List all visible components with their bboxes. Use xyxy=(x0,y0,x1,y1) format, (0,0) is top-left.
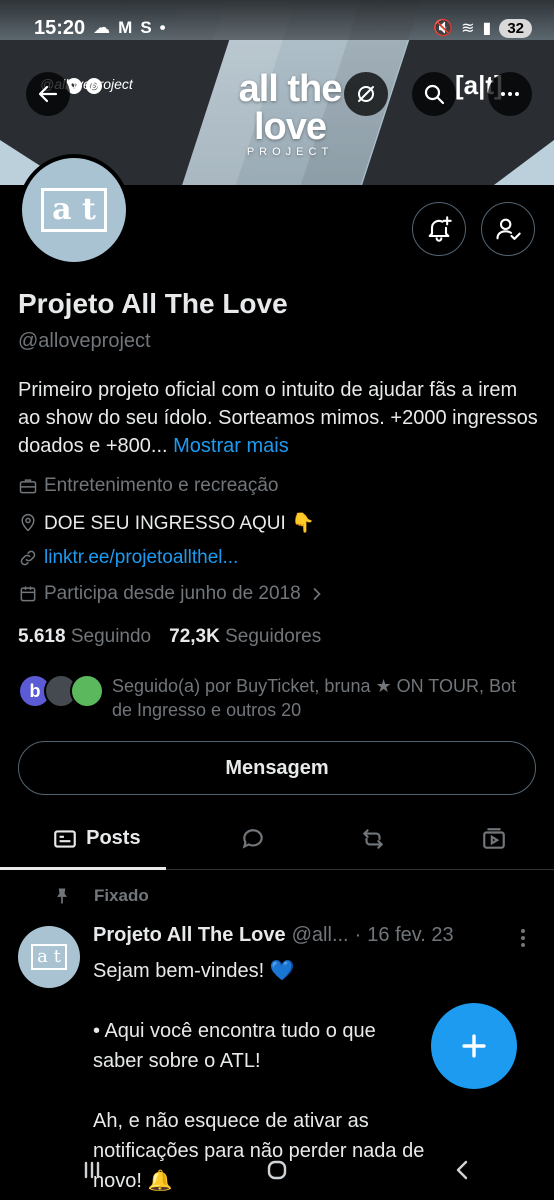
hide-button[interactable] xyxy=(344,72,388,116)
location-row: DOE SEU INGRESSO AQUI 👇 xyxy=(18,511,315,535)
compose-button[interactable] xyxy=(431,1003,517,1089)
followed-by-row[interactable]: b Seguido(a) por BuyTicket, bruna ★ ON T… xyxy=(18,674,538,722)
post-author-handle: @all... xyxy=(291,924,349,946)
profile-tabs: Posts xyxy=(0,808,554,870)
status-left: 15:20 ☁ M S • xyxy=(34,17,166,40)
user-check-icon xyxy=(496,218,521,240)
tab-posts-label: Posts xyxy=(86,827,141,849)
profile-name: Projeto All The Love xyxy=(18,288,288,319)
following-label: Seguindo xyxy=(70,626,152,647)
posts-icon xyxy=(54,829,76,848)
avatar-image: a t xyxy=(22,158,126,262)
post-header: Projeto All The Love @all... · 16 fev. 2… xyxy=(93,924,454,947)
follower-avatar xyxy=(70,674,104,708)
location-text: DOE SEU INGRESSO AQUI 👇 xyxy=(44,513,315,534)
tab-posts[interactable]: Posts xyxy=(0,808,193,870)
mute-icon: 🔇 xyxy=(433,20,454,37)
banner-triangle-right xyxy=(494,140,554,185)
plus-icon xyxy=(462,1034,486,1058)
arrow-left-icon xyxy=(38,85,58,103)
joined-text: Participa desde junho de 2018 xyxy=(44,583,301,604)
followers-count: 72,3K xyxy=(169,626,220,647)
banner-logo-sub: PROJECT xyxy=(246,146,334,158)
more-vertical-icon xyxy=(521,929,525,947)
tab-reposts[interactable] xyxy=(313,808,433,869)
media-icon xyxy=(482,827,505,849)
profile-avatar[interactable]: a t xyxy=(18,154,130,266)
post-author-name[interactable]: Projeto All The Love xyxy=(93,924,286,947)
following-count: 5.618 xyxy=(18,626,66,647)
followed-by-text: Seguido(a) por BuyTicket, bruna ★ ON TOU… xyxy=(112,676,516,720)
message-button[interactable]: Mensagem xyxy=(18,741,536,795)
post-more-button[interactable] xyxy=(518,928,528,948)
mail-icon: M xyxy=(118,18,133,37)
back-button[interactable] xyxy=(26,72,70,116)
pinned-indicator: Fixado xyxy=(52,886,149,906)
following-stat[interactable]: 5.618 Seguindo xyxy=(18,626,151,648)
profile-bio: Primeiro projeto oficial com o intuito d… xyxy=(18,376,538,460)
more-horizontal-icon xyxy=(501,92,519,96)
show-more-link[interactable]: Mostrar mais xyxy=(173,435,289,457)
battery-indicator: 32 xyxy=(499,18,532,38)
tab-replies[interactable] xyxy=(193,808,313,869)
follower-avatars: b xyxy=(18,674,104,708)
chevron-right-icon xyxy=(313,588,321,600)
back-icon[interactable] xyxy=(447,1155,477,1185)
eye-off-icon xyxy=(358,86,374,102)
recent-apps-icon[interactable] xyxy=(77,1155,107,1185)
status-right: 🔇 ≋ ▮ 32 xyxy=(433,18,532,38)
wifi-icon: ≋ xyxy=(461,20,475,37)
retweet-icon xyxy=(363,828,384,849)
signal-icon: ▮ xyxy=(482,20,492,37)
location-pin-icon xyxy=(21,513,35,532)
status-bar: 15:20 ☁ M S • 🔇 ≋ ▮ 32 xyxy=(0,0,554,56)
joined-row[interactable]: Participa desde junho de 2018 xyxy=(18,583,327,605)
search-icon xyxy=(424,84,445,105)
following-button[interactable] xyxy=(481,202,535,256)
category-text: Entretenimento e recreação xyxy=(44,475,279,496)
system-nav-bar xyxy=(0,1140,554,1200)
s-app-icon: S xyxy=(140,18,152,37)
post-avatar-brand-mark: a t xyxy=(31,944,67,970)
pinned-label: Fixado xyxy=(94,886,149,905)
profile-handle: @alloveproject xyxy=(18,330,151,352)
calendar-icon xyxy=(20,586,36,602)
followers-stat[interactable]: 72,3K Seguidores xyxy=(169,626,321,648)
followers-label: Seguidores xyxy=(225,626,322,647)
category-row: Entretenimento e recreação xyxy=(18,475,278,497)
profile-link[interactable]: linktr.ee/projetoallthel... xyxy=(44,547,238,569)
post-date[interactable]: 16 fev. 23 xyxy=(367,924,453,947)
avatar-brand-mark: a t xyxy=(41,188,107,232)
pin-icon xyxy=(57,888,67,904)
post-separator: · xyxy=(354,924,362,946)
banner-logo-main: all the love xyxy=(238,68,343,148)
link-row[interactable]: linktr.ee/projetoallthel... xyxy=(18,547,238,569)
status-time: 15:20 xyxy=(34,16,86,39)
link-icon xyxy=(20,550,36,566)
tab-media[interactable] xyxy=(434,808,554,869)
briefcase-icon xyxy=(19,479,37,494)
dot-icon: • xyxy=(159,18,166,37)
bell-plus-icon xyxy=(428,216,452,242)
home-icon[interactable] xyxy=(262,1155,292,1185)
search-button[interactable] xyxy=(412,72,456,116)
notifications-button[interactable] xyxy=(412,202,466,256)
follow-stats: 5.618 Seguindo 72,3K Seguidores xyxy=(18,626,321,648)
weather-icon: ☁ xyxy=(93,18,111,37)
more-options-button[interactable] xyxy=(488,72,532,116)
reply-icon xyxy=(242,828,263,849)
post-author-avatar[interactable]: a t xyxy=(18,926,80,988)
